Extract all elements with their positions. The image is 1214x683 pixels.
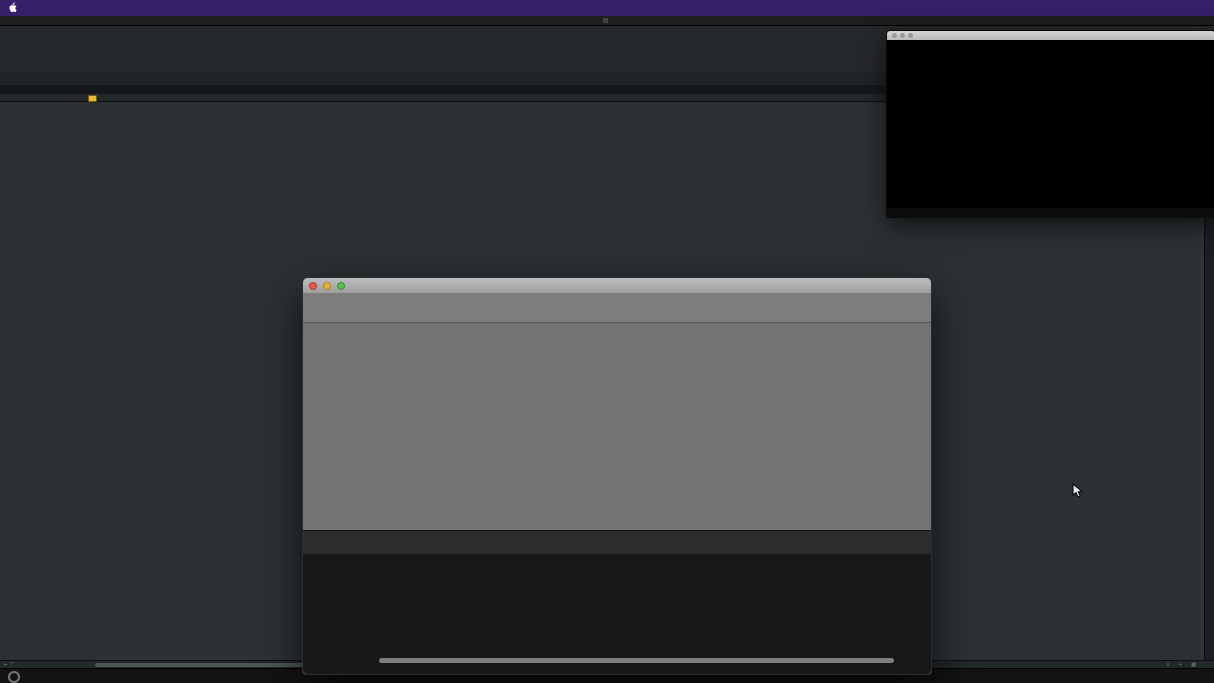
macos-menu-bar	[0, 0, 1214, 16]
zoom-icon[interactable]	[337, 282, 345, 290]
matchbox-titlebar[interactable]	[303, 278, 931, 294]
document-icon: ▤	[603, 17, 609, 24]
video-window[interactable]	[886, 30, 1214, 218]
zoom-icon[interactable]	[908, 33, 913, 38]
comparison-thumbnails	[303, 554, 931, 674]
matchbox-horizontal-scrollbar[interactable]	[379, 658, 894, 663]
memory-marker[interactable]	[88, 95, 97, 102]
mouse-cursor	[1072, 483, 1084, 504]
minimize-icon[interactable]	[900, 33, 905, 38]
protools-window-title: ▤	[0, 16, 1214, 26]
screen: ▤ ⇤ ⊤ ≡ + ▦	[0, 0, 1214, 683]
minimize-icon[interactable]	[323, 282, 331, 290]
matchbox-dialog[interactable]	[302, 277, 932, 675]
apple-menu-icon[interactable]	[0, 2, 25, 15]
video-status-strip	[887, 208, 1214, 217]
target-icon[interactable]	[8, 671, 20, 683]
video-window-titlebar[interactable]	[887, 31, 1214, 40]
video-frame	[889, 63, 1213, 195]
matchbox-toolbar	[303, 293, 931, 323]
close-icon[interactable]	[892, 33, 897, 38]
close-icon[interactable]	[309, 282, 317, 290]
matchbox-bottom-toolbar	[303, 530, 931, 555]
